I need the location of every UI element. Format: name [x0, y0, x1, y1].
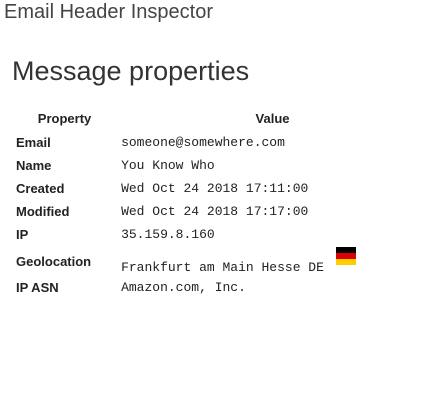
column-header-property: Property	[37, 111, 92, 126]
property-label-name: Name	[16, 158, 52, 173]
property-value-created: Wed Oct 24 2018 17:11:00	[121, 181, 309, 196]
section-title: Message properties	[12, 56, 250, 86]
table-row-geolocation: Geolocation Frankfurt am Main Hesse DE	[12, 246, 428, 276]
property-label-ip-asn: IP ASN	[16, 280, 59, 295]
table-row-email: Email someone@somewhere.com	[12, 131, 428, 154]
property-label-email: Email	[16, 135, 51, 150]
property-value-ip-asn: Amazon.com, Inc.	[121, 280, 246, 295]
property-label-modified: Modified	[16, 204, 70, 219]
table-header-row: Property Value	[12, 108, 428, 131]
column-header-value: Value	[255, 111, 290, 126]
property-value-geolocation-cell: Frankfurt am Main Hesse DE	[117, 246, 428, 276]
germany-flag-icon	[335, 247, 356, 265]
table-row-ip: IP 35.159.8.160	[12, 223, 428, 246]
property-value-modified: Wed Oct 24 2018 17:17:00	[121, 204, 309, 219]
property-label-ip: IP	[16, 227, 29, 242]
property-value-name: You Know Who	[121, 158, 215, 173]
table-row-created: Created Wed Oct 24 2018 17:11:00	[12, 177, 428, 200]
flag-stripe-red	[335, 253, 356, 259]
table-row-ip-asn: IP ASN Amazon.com, Inc.	[12, 276, 428, 299]
property-value-geolocation: Frankfurt am Main Hesse DE	[121, 260, 324, 275]
flag-stripe-black	[335, 247, 356, 253]
table-row-name: Name You Know Who	[12, 154, 428, 177]
property-value-ip: 35.159.8.160	[121, 227, 215, 242]
property-value-email: someone@somewhere.com	[121, 135, 285, 150]
table-row-modified: Modified Wed Oct 24 2018 17:17:00	[12, 200, 428, 223]
properties-table: Property Value Email someone@somewhere.c…	[12, 108, 428, 299]
property-label-created: Created	[16, 181, 65, 196]
property-label-geolocation: Geolocation	[16, 253, 92, 269]
flag-stripe-gold	[335, 259, 356, 265]
app-title: Email Header Inspector	[4, 1, 213, 23]
